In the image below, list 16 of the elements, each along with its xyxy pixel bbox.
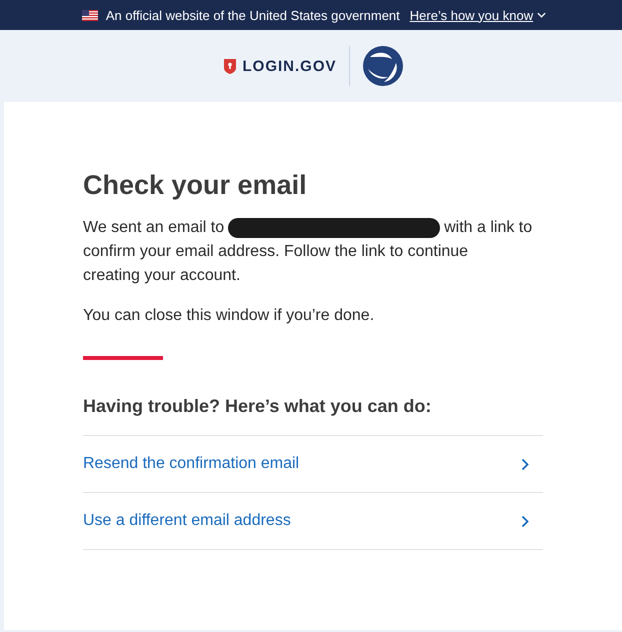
agency-logo-icon (362, 45, 404, 87)
flag-icon (82, 10, 98, 20)
chevron-icon (521, 458, 529, 470)
body-text: You can close this window if you’re done. (83, 306, 376, 326)
body-text: with a link to (444, 218, 532, 238)
body-text: We sent an email to (83, 218, 224, 238)
option-link[interactable]: Use a different email address (83, 492, 543, 549)
chevron-icon (521, 514, 529, 528)
how-you-know-link[interactable]: Here’s how you know (410, 8, 546, 22)
option-link[interactable]: Resend the confirmation email (83, 435, 543, 492)
logo-text: LOGIN.GOV (242, 58, 336, 74)
body-text: confirm your email address. Follow the link to continue creating your account. (83, 242, 470, 286)
banner-text: An official website of the United States government (106, 8, 400, 22)
shield-icon (224, 58, 236, 74)
section-heading: Having trouble? Here’s what you can do: (83, 396, 432, 417)
page-title: Check your email (83, 169, 308, 202)
